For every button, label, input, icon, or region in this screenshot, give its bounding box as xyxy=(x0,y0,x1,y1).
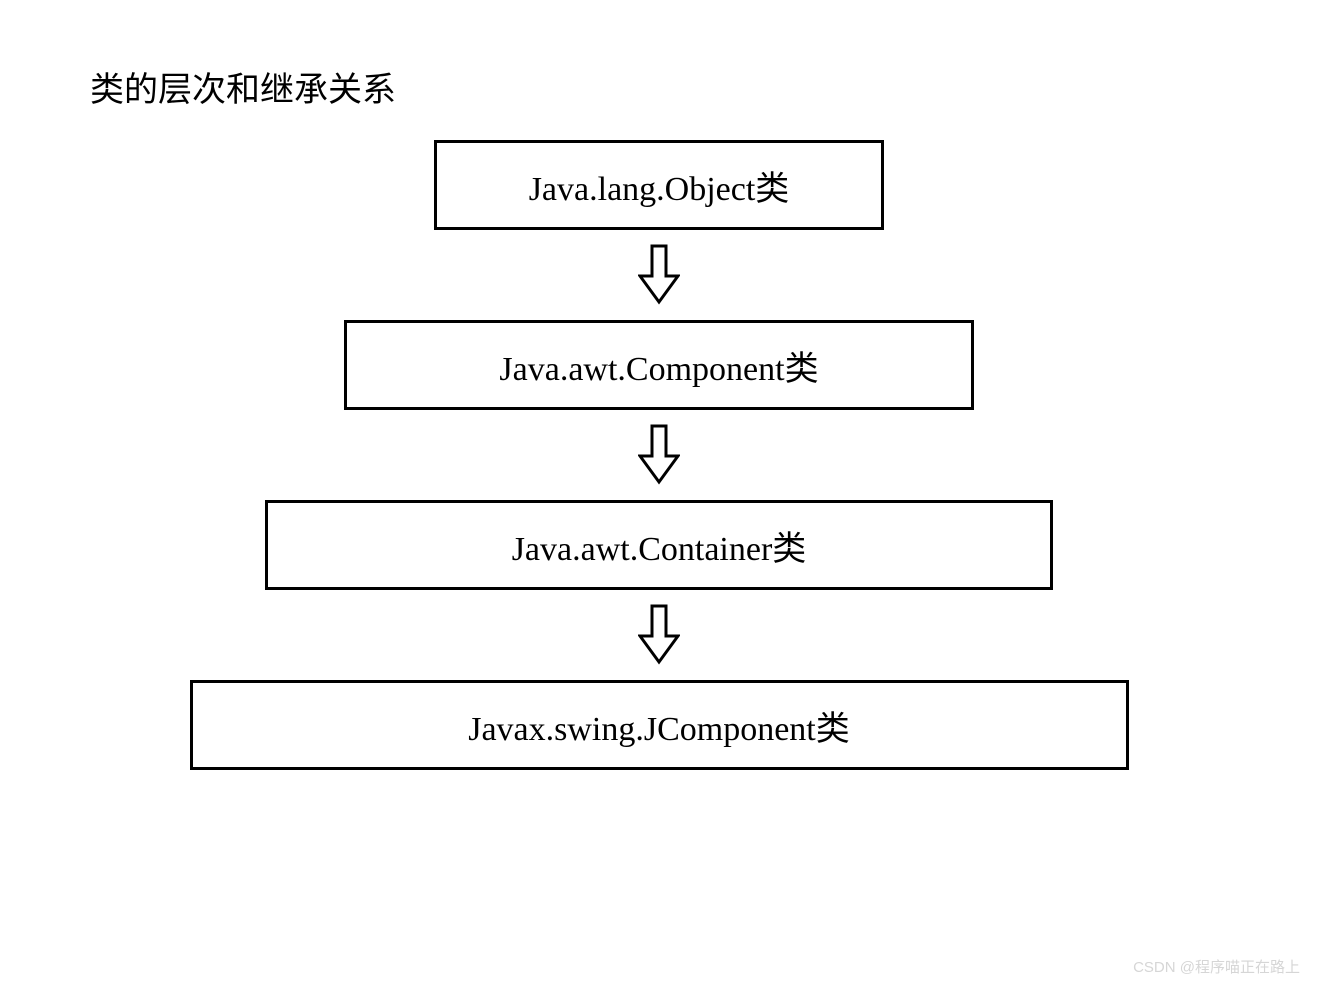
class-hierarchy-diagram: Java.lang.Object类 Java.awt.Component类 Ja… xyxy=(0,140,1318,770)
arrow-down-icon xyxy=(638,590,680,680)
diagram-title: 类的层次和继承关系 xyxy=(90,62,396,111)
class-box-container: Java.awt.Container类 xyxy=(265,500,1053,590)
class-box-label: Java.awt.Container类 xyxy=(512,521,807,570)
class-box-jcomponent: Javax.swing.JComponent类 xyxy=(190,680,1129,770)
class-box-component: Java.awt.Component类 xyxy=(344,320,974,410)
class-box-label: Java.awt.Component类 xyxy=(499,341,818,390)
class-box-label: Javax.swing.JComponent类 xyxy=(468,701,850,750)
class-box-object: Java.lang.Object类 xyxy=(434,140,884,230)
arrow-down-icon xyxy=(638,230,680,320)
arrow-down-icon xyxy=(638,410,680,500)
class-box-label: Java.lang.Object类 xyxy=(529,161,790,210)
watermark-text: CSDN @程序喵正在路上 xyxy=(1133,956,1300,977)
